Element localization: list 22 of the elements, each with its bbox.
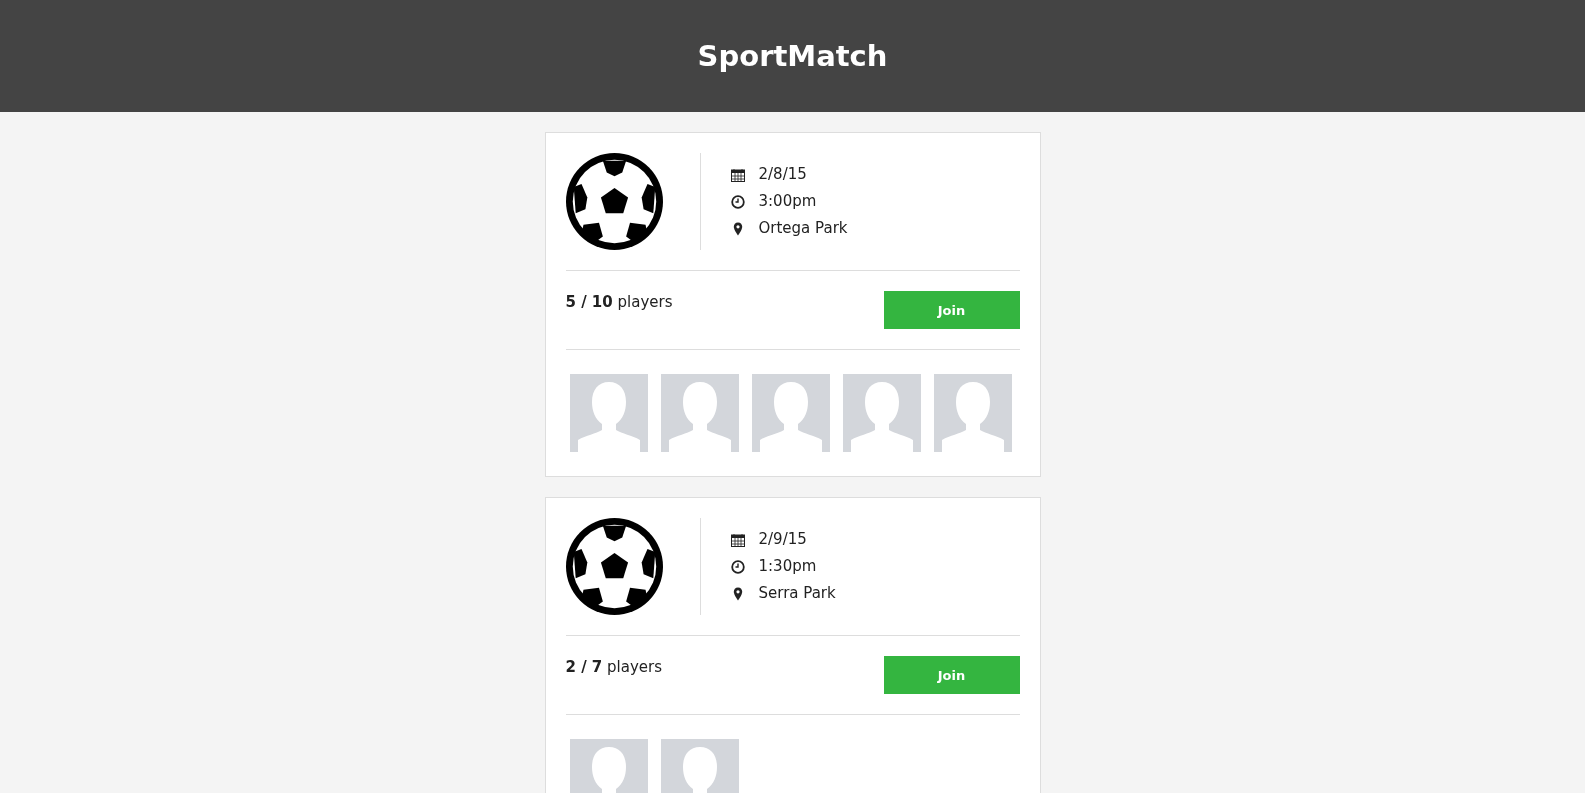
calendar-icon: [730, 532, 745, 547]
soccer-ball-icon: [565, 518, 663, 615]
game-location: Ortega Park: [758, 218, 848, 239]
avatar-icon: [660, 374, 739, 452]
game-date: 2/9/15: [758, 529, 807, 550]
calendar-icon: [730, 167, 745, 182]
avatar-icon: [933, 374, 1012, 452]
player-count: 5 / 10 players: [565, 293, 673, 311]
join-button[interactable]: Join: [883, 656, 1020, 694]
avatar-icon: [569, 374, 648, 452]
clock-icon: [730, 559, 745, 574]
avatar-icon: [842, 374, 921, 452]
game-time: 1:30pm: [758, 556, 817, 577]
join-button[interactable]: Join: [883, 291, 1020, 329]
game-time: 3:00pm: [758, 191, 817, 212]
app-title: SportMatch: [697, 39, 888, 73]
game-date: 2/8/15: [758, 164, 807, 185]
avatar-icon: [751, 374, 830, 452]
player-count: 2 / 7 players: [565, 658, 663, 676]
game-location: Serra Park: [758, 583, 836, 604]
clock-icon: [730, 194, 745, 209]
soccer-ball-icon: [565, 153, 663, 250]
